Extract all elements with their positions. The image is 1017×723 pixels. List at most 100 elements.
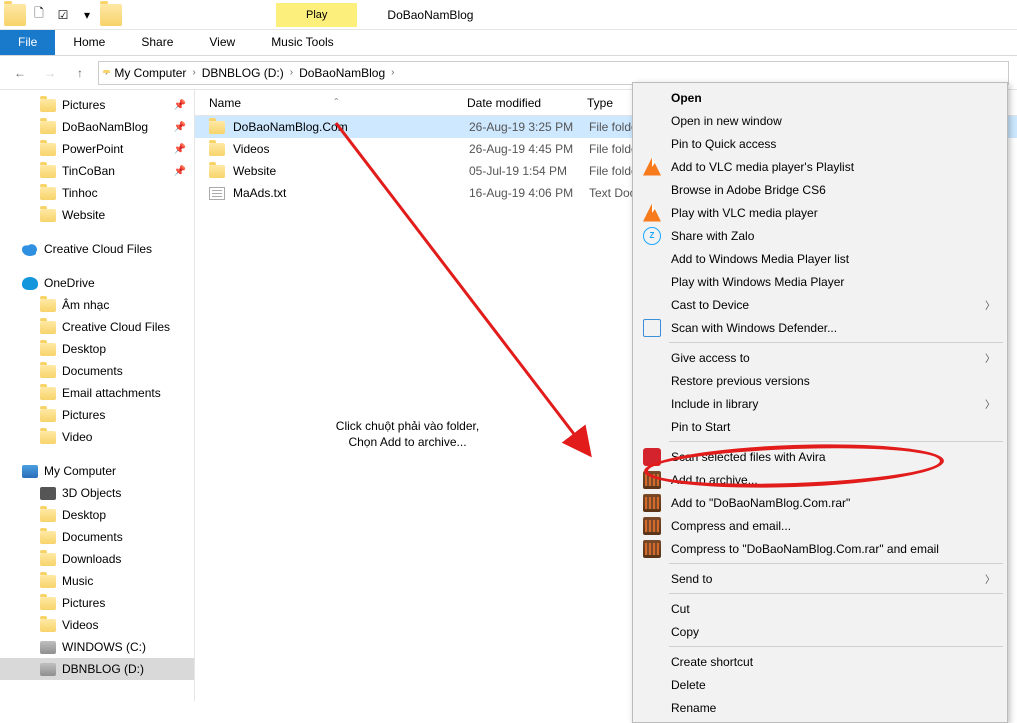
menu-item[interactable]: Create shortcut — [635, 650, 1005, 673]
tree-item[interactable]: Video — [0, 426, 194, 448]
tree-item[interactable]: WINDOWS (C:) — [0, 636, 194, 658]
folder-icon — [209, 165, 225, 178]
tree-item[interactable]: Pictures — [0, 592, 194, 614]
menu-item[interactable]: Cast to Device〉 — [635, 293, 1005, 316]
menu-item[interactable]: Rename — [635, 696, 1005, 719]
menu-item[interactable]: Cut — [635, 597, 1005, 620]
tree-item[interactable]: Âm nhạc — [0, 294, 194, 316]
tree-item[interactable]: Desktop — [0, 504, 194, 526]
drive-icon — [40, 575, 56, 588]
tree-item[interactable]: Desktop — [0, 338, 194, 360]
pin-icon: 📌 — [174, 166, 186, 177]
tree-label: Videos — [62, 618, 98, 632]
tree-item[interactable]: PowerPoint📌 — [0, 138, 194, 160]
menu-item-label: Include in library — [671, 397, 758, 411]
drive-icon — [40, 641, 56, 654]
menu-item-label: Play with Windows Media Player — [671, 275, 844, 289]
breadcrumb-segment[interactable]: DoBaoNamBlog — [295, 64, 389, 82]
menu-item[interactable]: Compress and email... — [635, 514, 1005, 537]
ribbon-tabs: File Home Share View Music Tools — [0, 30, 1017, 56]
up-button[interactable]: ↑ — [68, 61, 92, 85]
folder-icon — [40, 387, 56, 400]
menu-item[interactable]: Compress to "DoBaoNamBlog.Com.rar" and e… — [635, 537, 1005, 560]
menu-item[interactable]: Play with Windows Media Player — [635, 270, 1005, 293]
menu-item[interactable]: Pin to Quick access — [635, 132, 1005, 155]
menu-item[interactable]: ZShare with Zalo — [635, 224, 1005, 247]
breadcrumb[interactable]: › My Computer › DBNBLOG (D:) › DoBaoNamB… — [98, 61, 1009, 85]
tree-item[interactable]: Documents — [0, 360, 194, 382]
contextual-tab-play[interactable]: Play — [276, 3, 357, 27]
qat-save-icon[interactable]: 🗋 — [28, 4, 50, 26]
qat-checkbox-icon[interactable]: ☑ — [52, 4, 74, 26]
navigation-tree[interactable]: Pictures📌DoBaoNamBlog📌PowerPoint📌TinCoBa… — [0, 90, 195, 701]
menu-item[interactable]: Restore previous versions — [635, 369, 1005, 392]
menu-item[interactable]: Include in library〉 — [635, 392, 1005, 415]
breadcrumb-segment[interactable]: My Computer — [110, 64, 190, 82]
context-menu[interactable]: OpenOpen in new windowPin to Quick acces… — [632, 82, 1008, 723]
breadcrumb-segment[interactable]: DBNBLOG (D:) — [198, 64, 288, 82]
tree-item[interactable]: Pictures📌 — [0, 94, 194, 116]
chevron-right-icon[interactable]: › — [105, 67, 108, 78]
chevron-right-icon[interactable]: › — [391, 67, 394, 78]
forward-button[interactable]: → — [38, 61, 62, 85]
column-date[interactable]: Date modified — [455, 96, 575, 110]
tree-label: Email attachments — [62, 386, 161, 400]
tree-item[interactable]: 3D Objects — [0, 482, 194, 504]
tab-home[interactable]: Home — [55, 30, 123, 55]
tree-item[interactable]: Tinhoc — [0, 182, 194, 204]
tree-item[interactable]: Music — [0, 570, 194, 592]
cloud-icon — [22, 243, 38, 256]
chevron-right-icon[interactable]: › — [192, 67, 195, 78]
tree-item[interactable]: Pictures — [0, 404, 194, 426]
tree-label: Pictures — [62, 98, 105, 112]
menu-separator — [669, 646, 1003, 647]
menu-item[interactable]: Give access to 〉 — [635, 346, 1005, 369]
tree-label: Desktop — [62, 342, 106, 356]
menu-item[interactable]: Open — [635, 86, 1005, 109]
column-name[interactable]: Name ˆ — [195, 96, 455, 110]
tree-my-computer[interactable]: My Computer — [0, 460, 194, 482]
tree-label: Creative Cloud Files — [44, 242, 152, 256]
menu-item[interactable]: Add to VLC media player's Playlist — [635, 155, 1005, 178]
pin-icon: 📌 — [174, 144, 186, 155]
menu-item-label: Copy — [671, 625, 699, 639]
menu-item[interactable]: Play with VLC media player — [635, 201, 1005, 224]
folder-icon — [209, 121, 225, 134]
menu-item-label: Give access to — [671, 351, 750, 365]
chevron-right-icon: 〉 — [985, 350, 995, 365]
tree-label: My Computer — [44, 464, 116, 478]
tree-creative-cloud[interactable]: Creative Cloud Files — [0, 238, 194, 260]
tree-item[interactable]: DoBaoNamBlog📌 — [0, 116, 194, 138]
tree-item[interactable]: TinCoBan📌 — [0, 160, 194, 182]
drive-icon — [40, 509, 56, 522]
tree-onedrive[interactable]: OneDrive — [0, 272, 194, 294]
chevron-right-icon[interactable]: › — [290, 67, 293, 78]
tree-item[interactable]: Email attachments — [0, 382, 194, 404]
menu-item-label: Rename — [671, 701, 716, 715]
qat-dropdown-icon[interactable]: ▾ — [76, 4, 98, 26]
tab-file[interactable]: File — [0, 30, 55, 55]
file-name: Website — [233, 164, 469, 178]
menu-item[interactable]: Copy — [635, 620, 1005, 643]
tree-item[interactable]: Videos — [0, 614, 194, 636]
tree-item[interactable]: Creative Cloud Files — [0, 316, 194, 338]
menu-item-label: Restore previous versions — [671, 374, 810, 388]
drive-icon — [40, 531, 56, 544]
tab-share[interactable]: Share — [123, 30, 191, 55]
menu-item[interactable]: Send to〉 — [635, 567, 1005, 590]
file-type: Text Doc — [589, 186, 636, 200]
tree-item[interactable]: Documents — [0, 526, 194, 548]
menu-item[interactable]: Pin to Start — [635, 415, 1005, 438]
back-button[interactable]: ← — [8, 61, 32, 85]
tree-item[interactable]: DBNBLOG (D:) — [0, 658, 194, 680]
tree-item[interactable]: Downloads — [0, 548, 194, 570]
tab-view[interactable]: View — [191, 30, 253, 55]
tree-item[interactable]: Website — [0, 204, 194, 226]
menu-item[interactable]: Open in new window — [635, 109, 1005, 132]
menu-item[interactable]: Add to "DoBaoNamBlog.Com.rar" — [635, 491, 1005, 514]
menu-item[interactable]: Delete — [635, 673, 1005, 696]
menu-item[interactable]: Browse in Adobe Bridge CS6 — [635, 178, 1005, 201]
tab-music-tools[interactable]: Music Tools — [253, 30, 351, 55]
menu-item[interactable]: Add to Windows Media Player list — [635, 247, 1005, 270]
menu-item[interactable]: Scan with Windows Defender... — [635, 316, 1005, 339]
